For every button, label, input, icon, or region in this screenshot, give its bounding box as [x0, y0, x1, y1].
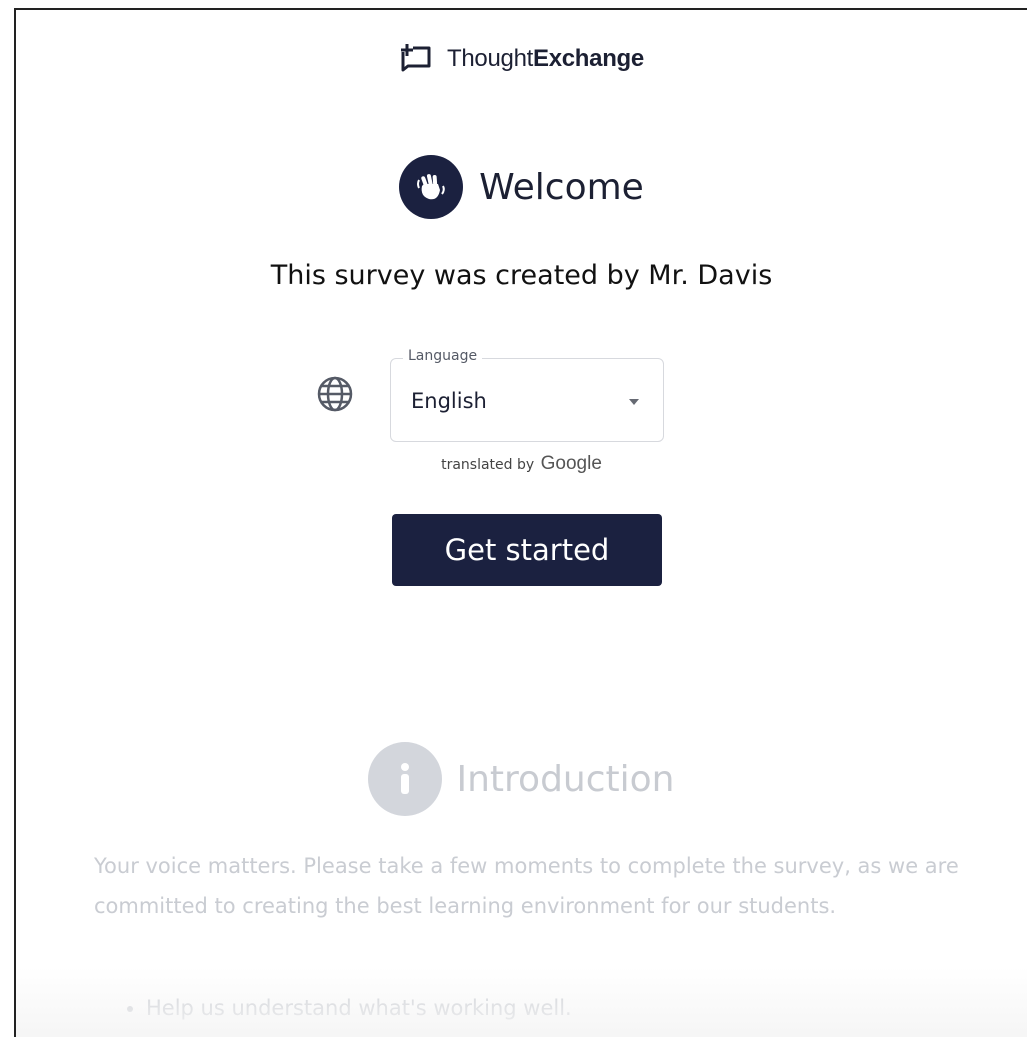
waving-hands-icon: [399, 155, 464, 219]
brand-header: ThoughtExchange: [16, 42, 1027, 76]
get-started-button[interactable]: Get started: [392, 514, 662, 586]
welcome-title: Welcome: [479, 166, 644, 208]
language-selector-row: Language English: [16, 348, 1027, 448]
translated-by-text: translated by: [441, 457, 535, 473]
caret-down-icon: [629, 399, 639, 405]
page-frame: ThoughtExchange Welcome This survey was …: [14, 8, 1027, 1037]
introduction-heading: Introduction: [16, 742, 1027, 816]
survey-creator-text: This survey was created by Mr. Davis: [270, 260, 773, 291]
chat-bubble-plus-icon: [399, 42, 435, 76]
brand-name-light: Thought: [447, 45, 533, 72]
welcome-heading: Welcome: [16, 155, 1027, 219]
introduction-paragraph: Your voice matters. Please take a few mo…: [94, 854, 959, 918]
introduction-title: Introduction: [456, 758, 675, 800]
globe-icon: [315, 374, 355, 414]
introduction-bullets: Help us understand what's working well.: [126, 988, 966, 1028]
google-wordmark: Google: [540, 453, 602, 474]
list-item: Help us understand what's working well.: [146, 988, 966, 1028]
brand-name: ThoughtExchange: [447, 45, 644, 73]
info-icon: [368, 742, 443, 816]
translated-by-google: translated by Google: [16, 453, 1027, 475]
brand-name-bold: Exchange: [532, 45, 644, 72]
language-select[interactable]: Language English: [390, 348, 664, 442]
language-label: Language: [403, 348, 483, 364]
language-selected-value: English: [411, 389, 487, 413]
